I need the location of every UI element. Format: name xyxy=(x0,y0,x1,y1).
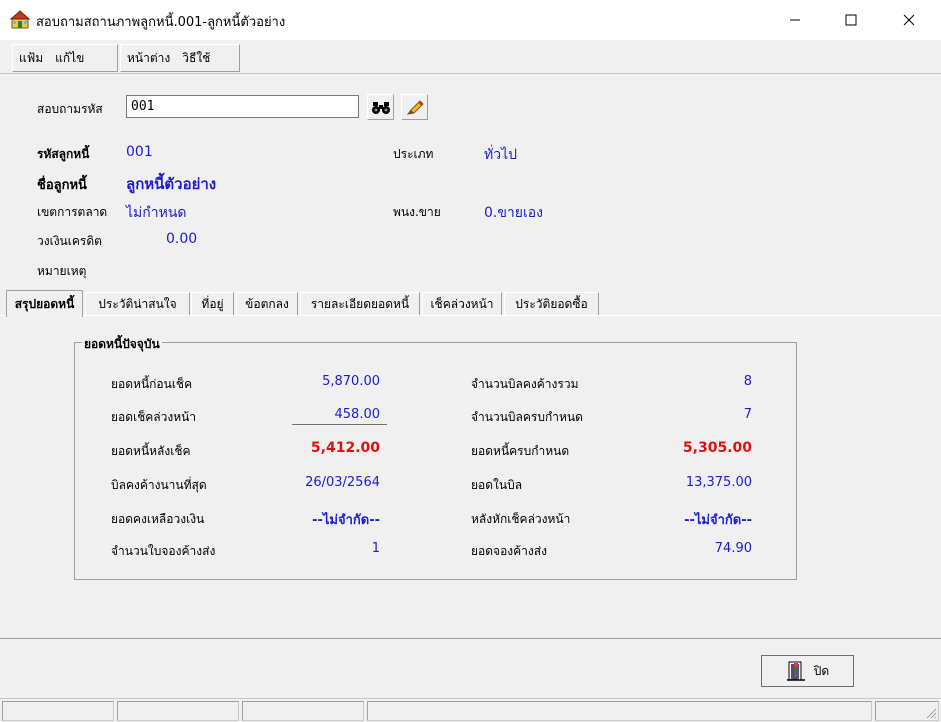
zone-value: ไม่กำหนด xyxy=(126,205,187,221)
bill-amount-value: 13,375.00 xyxy=(685,475,752,490)
tab-debt-summary[interactable]: สรุปยอดหนี้ xyxy=(6,290,83,317)
credit-limit-value: 0.00 xyxy=(166,231,198,247)
remaining-credit-label: ยอดคงเหลือวงเงิน xyxy=(111,512,205,526)
customer-name-value: ลูกหนี้ตัวอย่าง xyxy=(126,175,217,193)
binoculars-icon xyxy=(371,102,390,114)
post-dated-cheque-label: ยอดเช็คล่วงหน้า xyxy=(111,410,197,424)
tab-address[interactable]: ที่อยู่ xyxy=(191,292,234,316)
current-debt-legend: ยอดหนี้ปัจจุบัน xyxy=(82,335,162,354)
menu-edit[interactable]: แก้ไข xyxy=(49,49,90,68)
note-label: หมายเหตุ xyxy=(37,264,87,278)
type-value: ทั่วไป xyxy=(484,147,518,163)
oldest-bill-label: บิลคงค้างนานที่สุด xyxy=(111,478,207,492)
due-debt-label: ยอดหนี้ครบกำหนด xyxy=(471,444,570,458)
status-cell-3 xyxy=(242,701,364,721)
status-cell-2 xyxy=(117,701,239,721)
close-button-label: ปิด xyxy=(813,663,830,678)
debt-after-cheque-label: ยอดหนี้หลังเช็ค xyxy=(111,444,191,458)
bill-amount-label: ยอดในบิล xyxy=(471,478,523,492)
subtotal-divider xyxy=(292,424,387,425)
pending-orders-count-label: จำนวนใบจองค้างส่ง xyxy=(111,544,216,558)
maximize-icon xyxy=(845,14,857,26)
total-outstanding-bills-label: จำนวนบิลคงค้างรวม xyxy=(471,377,579,391)
post-dated-cheque-value: 458.00 xyxy=(334,407,381,422)
menu-help[interactable]: วิธีใช้ xyxy=(176,49,216,68)
pending-orders-count-value: 1 xyxy=(371,541,380,556)
tab-purchase-history[interactable]: ประวัติยอดซื้อ xyxy=(504,292,599,316)
oldest-bill-value: 26/03/2564 xyxy=(305,475,380,490)
after-cheque-deduction-label: หลังหักเช็คล่วงหน้า xyxy=(471,512,571,526)
due-bills-count-label: จำนวนบิลครบกำหนด xyxy=(471,410,583,424)
exit-door-icon xyxy=(786,661,805,681)
pending-orders-amount-value: 74.90 xyxy=(714,541,752,556)
app-house-icon xyxy=(10,10,30,29)
close-button[interactable]: ปิด xyxy=(761,655,854,687)
title-bar: สอบถามสถานภาพลูกหนี้.001-ลูกหนี้ตัวอย่าง xyxy=(0,0,941,40)
status-cell-1 xyxy=(2,701,114,721)
lookup-button[interactable] xyxy=(401,94,428,120)
tab-debt-details[interactable]: รายละเอียดยอดหนี้ xyxy=(300,292,420,316)
credit-limit-label: วงเงินเครดิต xyxy=(37,234,102,248)
window-close-button[interactable] xyxy=(886,0,932,40)
debt-after-cheque-value: 5,412.00 xyxy=(310,440,380,456)
status-bar xyxy=(0,698,941,722)
debt-before-cheque-label: ยอดหนี้ก่อนเช็ค xyxy=(111,377,193,391)
window-title: สอบถามสถานภาพลูกหนี้.001-ลูกหนี้ตัวอย่าง xyxy=(36,15,286,30)
zone-label: เขตการตลาด xyxy=(37,205,108,219)
due-debt-value: 5,305.00 xyxy=(682,440,752,456)
menu-window[interactable]: หน้าต่าง xyxy=(121,49,176,68)
customer-name-label: ชื่อลูกหนี้ xyxy=(37,178,87,193)
menu-bar: แฟ้ม แก้ไข หน้าต่าง วิธีใช้ xyxy=(0,40,941,74)
due-bills-count-value: 7 xyxy=(743,407,752,422)
salesperson-value: 0.ขายเอง xyxy=(484,205,544,221)
tab-interesting-history[interactable]: ประวัติน่าสนใจ xyxy=(85,292,190,316)
pencil-icon xyxy=(406,100,424,115)
tab-post-dated-cheques[interactable]: เช็คล่วงหน้า xyxy=(422,292,502,316)
menu-group-file-edit: แฟ้ม แก้ไข xyxy=(12,44,118,72)
search-label: สอบถามรหัส xyxy=(37,102,103,116)
close-icon xyxy=(903,14,915,26)
total-outstanding-bills-value: 8 xyxy=(743,374,752,389)
customer-code-label: รหัสลูกหนี้ xyxy=(37,147,90,161)
tab-agreement[interactable]: ข้อตกลง xyxy=(236,292,298,316)
minimize-icon xyxy=(790,19,800,21)
find-button[interactable] xyxy=(367,94,394,120)
resize-grip-icon[interactable] xyxy=(925,707,937,719)
menu-group-window-help: หน้าต่าง วิธีใช้ xyxy=(120,44,240,72)
debt-before-cheque-value: 5,870.00 xyxy=(322,374,380,389)
after-cheque-deduction-value: --ไม่จำกัด-- xyxy=(684,513,752,528)
search-code-input[interactable] xyxy=(126,95,359,118)
salesperson-label: พนง.ขาย xyxy=(393,205,441,219)
menu-file[interactable]: แฟ้ม xyxy=(13,49,49,68)
maximize-button[interactable] xyxy=(828,0,874,40)
pending-orders-amount-label: ยอดจองค้างส่ง xyxy=(471,544,547,558)
type-label: ประเภท xyxy=(393,147,434,161)
minimize-button[interactable] xyxy=(772,0,818,40)
customer-code-value: 001 xyxy=(126,144,153,160)
status-cell-4 xyxy=(367,701,872,721)
remaining-credit-value: --ไม่จำกัด-- xyxy=(312,513,380,528)
